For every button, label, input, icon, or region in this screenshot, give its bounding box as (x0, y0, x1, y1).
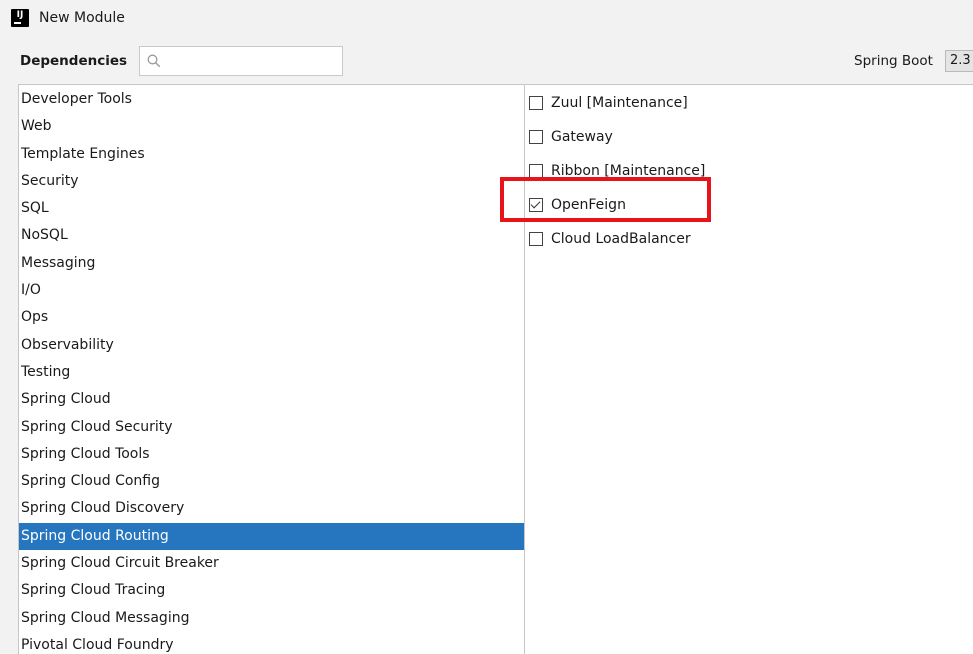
dependency-item-zuul[interactable]: Zuul [Maintenance] (525, 86, 973, 120)
title-bar: IJ New Module (0, 0, 973, 36)
checkbox[interactable] (529, 164, 543, 178)
category-item[interactable]: Spring Cloud Tracing (19, 577, 524, 604)
dependency-item-openfeign[interactable]: OpenFeign (525, 188, 973, 222)
category-item[interactable]: Spring Cloud Discovery (19, 495, 524, 522)
category-item[interactable]: Observability (19, 332, 524, 359)
category-item-selected[interactable]: Spring Cloud Routing (19, 522, 524, 551)
checkbox[interactable] (529, 232, 543, 246)
search-field[interactable] (139, 46, 344, 76)
checkbox[interactable] (529, 130, 543, 144)
category-item[interactable]: Security (19, 168, 524, 195)
spring-boot-label: Spring Boot (854, 53, 933, 69)
dependency-label: Ribbon [Maintenance] (551, 163, 706, 179)
category-item[interactable]: Ops (19, 304, 524, 331)
search-input[interactable] (167, 48, 343, 74)
category-item[interactable]: Web (19, 113, 524, 140)
category-item[interactable]: Spring Cloud Messaging (19, 605, 524, 632)
category-item[interactable]: Pivotal Cloud Foundry (19, 632, 524, 654)
dependency-label: Zuul [Maintenance] (551, 95, 688, 111)
spring-boot-version-select[interactable]: 2.3 (945, 50, 973, 72)
category-item[interactable]: NoSQL (19, 222, 524, 249)
dependency-item-ribbon[interactable]: Ribbon [Maintenance] (525, 154, 973, 188)
dependency-item-gateway[interactable]: Gateway (525, 120, 973, 154)
category-item[interactable]: Messaging (19, 250, 524, 277)
category-item[interactable]: I/O (19, 277, 524, 304)
category-item[interactable]: Testing (19, 359, 524, 386)
dependency-list: Zuul [Maintenance] Gateway Ribbon [Maint… (524, 84, 973, 654)
category-item[interactable]: Developer Tools (19, 86, 524, 113)
dependency-label: OpenFeign (551, 197, 626, 213)
dependencies-label: Dependencies (20, 53, 128, 69)
category-list: Developer Tools Web Template Engines Sec… (18, 84, 525, 654)
window-title: New Module (39, 10, 125, 26)
category-item[interactable]: Template Engines (19, 141, 524, 168)
dependency-label: Cloud LoadBalancer (551, 231, 691, 247)
search-icon (147, 54, 161, 68)
category-item[interactable]: Spring Cloud Security (19, 414, 524, 441)
category-item[interactable]: Spring Cloud Tools (19, 441, 524, 468)
dependencies-toolbar: Dependencies Spring Boot 2.3 (0, 42, 973, 80)
checkbox-checked[interactable] (529, 198, 543, 212)
checkbox[interactable] (529, 96, 543, 110)
dependency-item-cloud-loadbalancer[interactable]: Cloud LoadBalancer (525, 222, 973, 256)
intellij-logo-icon: IJ (11, 9, 29, 27)
category-item[interactable]: Spring Cloud Config (19, 468, 524, 495)
category-item[interactable]: Spring Cloud (19, 386, 524, 413)
dependency-label: Gateway (551, 129, 613, 145)
category-item[interactable]: Spring Cloud Circuit Breaker (19, 550, 524, 577)
category-item[interactable]: SQL (19, 195, 524, 222)
